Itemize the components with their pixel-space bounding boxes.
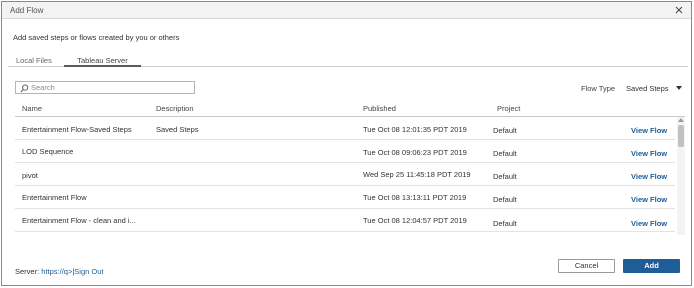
chevron-down-icon bbox=[676, 86, 682, 90]
scroll-up-icon[interactable] bbox=[678, 118, 684, 122]
cancel-button[interactable]: Cancel bbox=[558, 259, 615, 273]
flow-name: Entertainment Flow bbox=[22, 193, 87, 202]
flow-type-label: Flow Type bbox=[581, 84, 616, 93]
flow-name: Entertainment Flow - clean and i... bbox=[22, 216, 136, 225]
flow-type-dropdown[interactable]: Saved Steps bbox=[623, 82, 685, 94]
flow-project: Default bbox=[493, 126, 517, 135]
flow-name: LOD Sequence bbox=[22, 147, 74, 156]
flows-table: Name Description Published Project Enter… bbox=[15, 97, 685, 235]
server-label: Server: bbox=[15, 267, 40, 276]
table-header: Name Description Published Project bbox=[15, 97, 685, 117]
scrollbar-thumb[interactable] bbox=[678, 125, 684, 147]
table-row[interactable]: pivot Wed Sep 25 11:45:18 PDT 2019 Defau… bbox=[15, 163, 675, 186]
add-button[interactable]: Add bbox=[623, 259, 680, 273]
search-input[interactable] bbox=[31, 82, 191, 93]
search-icon bbox=[20, 84, 29, 93]
view-flow-link[interactable]: View Flow bbox=[631, 172, 667, 181]
table-body: Entertainment Flow-Saved Steps Saved Ste… bbox=[15, 117, 685, 235]
column-header-description[interactable]: Description bbox=[156, 104, 194, 113]
flow-project: Default bbox=[493, 219, 517, 228]
table-row[interactable]: Entertainment Flow Tue Oct 08 13:13:11 P… bbox=[15, 186, 675, 209]
view-flow-link[interactable]: View Flow bbox=[631, 195, 667, 204]
flow-project: Default bbox=[493, 172, 517, 181]
dialog-title: Add Flow bbox=[10, 6, 44, 15]
flow-published: Tue Oct 08 12:01:35 PDT 2019 bbox=[363, 125, 467, 134]
table-scrollbar[interactable] bbox=[677, 117, 685, 235]
source-tabs: Local Files Tableau Server bbox=[8, 56, 688, 67]
dialog-titlebar: Add Flow bbox=[2, 2, 691, 19]
table-row[interactable]: Entertainment Flow - clean and i... Tue … bbox=[15, 209, 675, 232]
close-icon[interactable] bbox=[673, 4, 685, 16]
view-flow-link[interactable]: View Flow bbox=[631, 219, 667, 228]
view-flow-link[interactable]: View Flow bbox=[631, 126, 667, 135]
server-info: Server: https://q>|Sign Out bbox=[15, 267, 103, 276]
sign-out-link[interactable]: Sign Out bbox=[74, 267, 103, 276]
column-header-name[interactable]: Name bbox=[22, 104, 42, 113]
flow-description: Saved Steps bbox=[156, 125, 199, 134]
flow-published: Wed Sep 25 11:45:18 PDT 2019 bbox=[363, 170, 471, 179]
tab-local-files[interactable]: Local Files bbox=[16, 56, 52, 67]
flow-published: Tue Oct 08 12:04:57 PDT 2019 bbox=[363, 216, 467, 225]
flow-name: Entertainment Flow-Saved Steps bbox=[22, 125, 132, 134]
view-flow-link[interactable]: View Flow bbox=[631, 149, 667, 158]
column-header-project[interactable]: Project bbox=[497, 104, 520, 113]
add-flow-dialog: Add Flow Add saved steps or flows create… bbox=[1, 1, 692, 286]
dialog-subtitle: Add saved steps or flows created by you … bbox=[13, 33, 180, 42]
table-row[interactable]: Entertainment Flow-Saved Steps Saved Ste… bbox=[15, 117, 675, 140]
flow-published: Tue Oct 08 09:06:23 PDT 2019 bbox=[363, 148, 467, 157]
flow-name: pivot bbox=[22, 171, 38, 180]
flow-type-value: Saved Steps bbox=[626, 84, 669, 93]
search-box bbox=[15, 81, 195, 94]
server-url: https://q> bbox=[41, 267, 73, 276]
flow-published: Tue Oct 08 13:13:11 PDT 2019 bbox=[363, 193, 467, 202]
tab-tableau-server[interactable]: Tableau Server bbox=[64, 56, 141, 67]
flow-project: Default bbox=[493, 149, 517, 158]
table-row[interactable]: LOD Sequence Tue Oct 08 09:06:23 PDT 201… bbox=[15, 140, 675, 163]
flow-project: Default bbox=[493, 195, 517, 204]
column-header-published[interactable]: Published bbox=[363, 104, 396, 113]
